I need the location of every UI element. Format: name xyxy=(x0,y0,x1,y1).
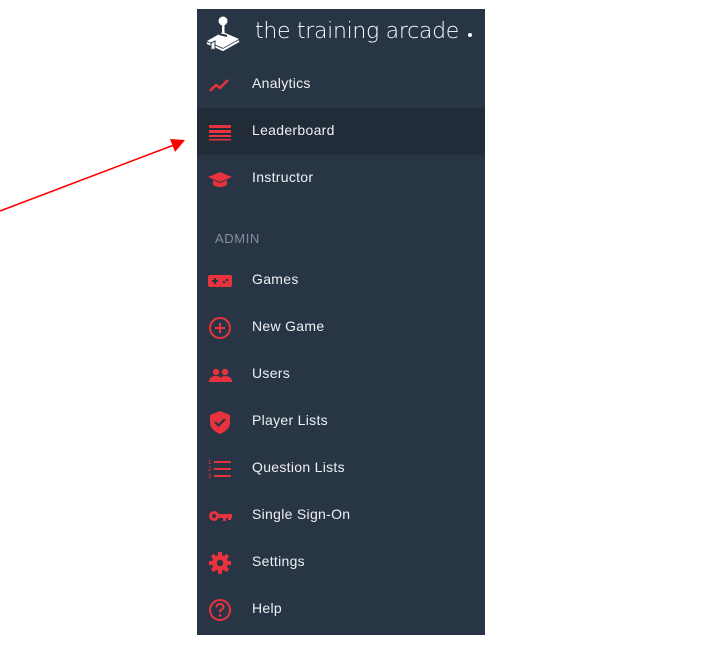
nav-item-label: Question Lists xyxy=(252,459,345,475)
svg-text:3: 3 xyxy=(208,474,212,480)
annotation-arrow-head xyxy=(170,139,185,152)
help-circle-icon xyxy=(209,599,231,621)
graduation-cap-icon xyxy=(208,172,232,187)
gear-icon xyxy=(209,552,231,574)
nav-item-users[interactable]: Users xyxy=(197,351,485,398)
users-icon xyxy=(209,368,232,382)
nav-item-player-lists[interactable]: Player Lists xyxy=(197,398,485,445)
list-bars-icon xyxy=(209,125,231,141)
key-icon xyxy=(209,511,232,521)
nav-item-label: Leaderboard xyxy=(252,122,335,138)
nav-item-help[interactable]: Help xyxy=(197,586,485,633)
nav-item-single-sign-on[interactable]: Single Sign-On xyxy=(197,492,485,539)
nav-item-label: Single Sign-On xyxy=(252,506,351,522)
svg-text:2: 2 xyxy=(208,467,212,473)
nav-item-games[interactable]: Games xyxy=(197,257,485,304)
plus-circle-icon xyxy=(209,317,231,339)
joystick-book-icon xyxy=(206,16,240,52)
nav-item-label: Help xyxy=(252,600,282,616)
gamepad-icon xyxy=(208,275,232,287)
nav-item-leaderboard[interactable]: Leaderboard xyxy=(197,108,485,155)
annotation-arrow-line xyxy=(0,144,175,212)
nav-item-settings[interactable]: Settings xyxy=(197,539,485,586)
svg-text:1: 1 xyxy=(208,460,212,466)
trend-line-icon xyxy=(209,79,229,92)
nav-item-label: Instructor xyxy=(252,169,314,185)
nav-item-label: Users xyxy=(252,365,291,381)
nav-item-label: Settings xyxy=(252,553,305,569)
nav-item-label: Analytics xyxy=(252,75,311,91)
nav-item-question-lists[interactable]: 1 2 3 Question Lists xyxy=(197,445,485,492)
admin-section-label: ADMIN xyxy=(215,231,260,246)
brand-name: the training arcade xyxy=(255,19,459,44)
trademark-dot xyxy=(468,33,472,37)
nav-item-label: Player Lists xyxy=(252,412,328,428)
numbered-list-icon: 1 2 3 xyxy=(208,460,231,480)
nav-item-instructor[interactable]: Instructor xyxy=(197,155,485,202)
nav-item-analytics[interactable]: Analytics xyxy=(197,61,485,108)
brand-header[interactable]: the training arcade xyxy=(197,9,485,61)
nav-item-new-game[interactable]: New Game xyxy=(197,304,485,351)
shield-check-icon xyxy=(210,411,230,434)
sidebar: the training arcade Analytics Leaderboar… xyxy=(197,9,485,635)
nav-item-label: Games xyxy=(252,271,299,287)
nav-item-label: New Game xyxy=(252,318,325,334)
